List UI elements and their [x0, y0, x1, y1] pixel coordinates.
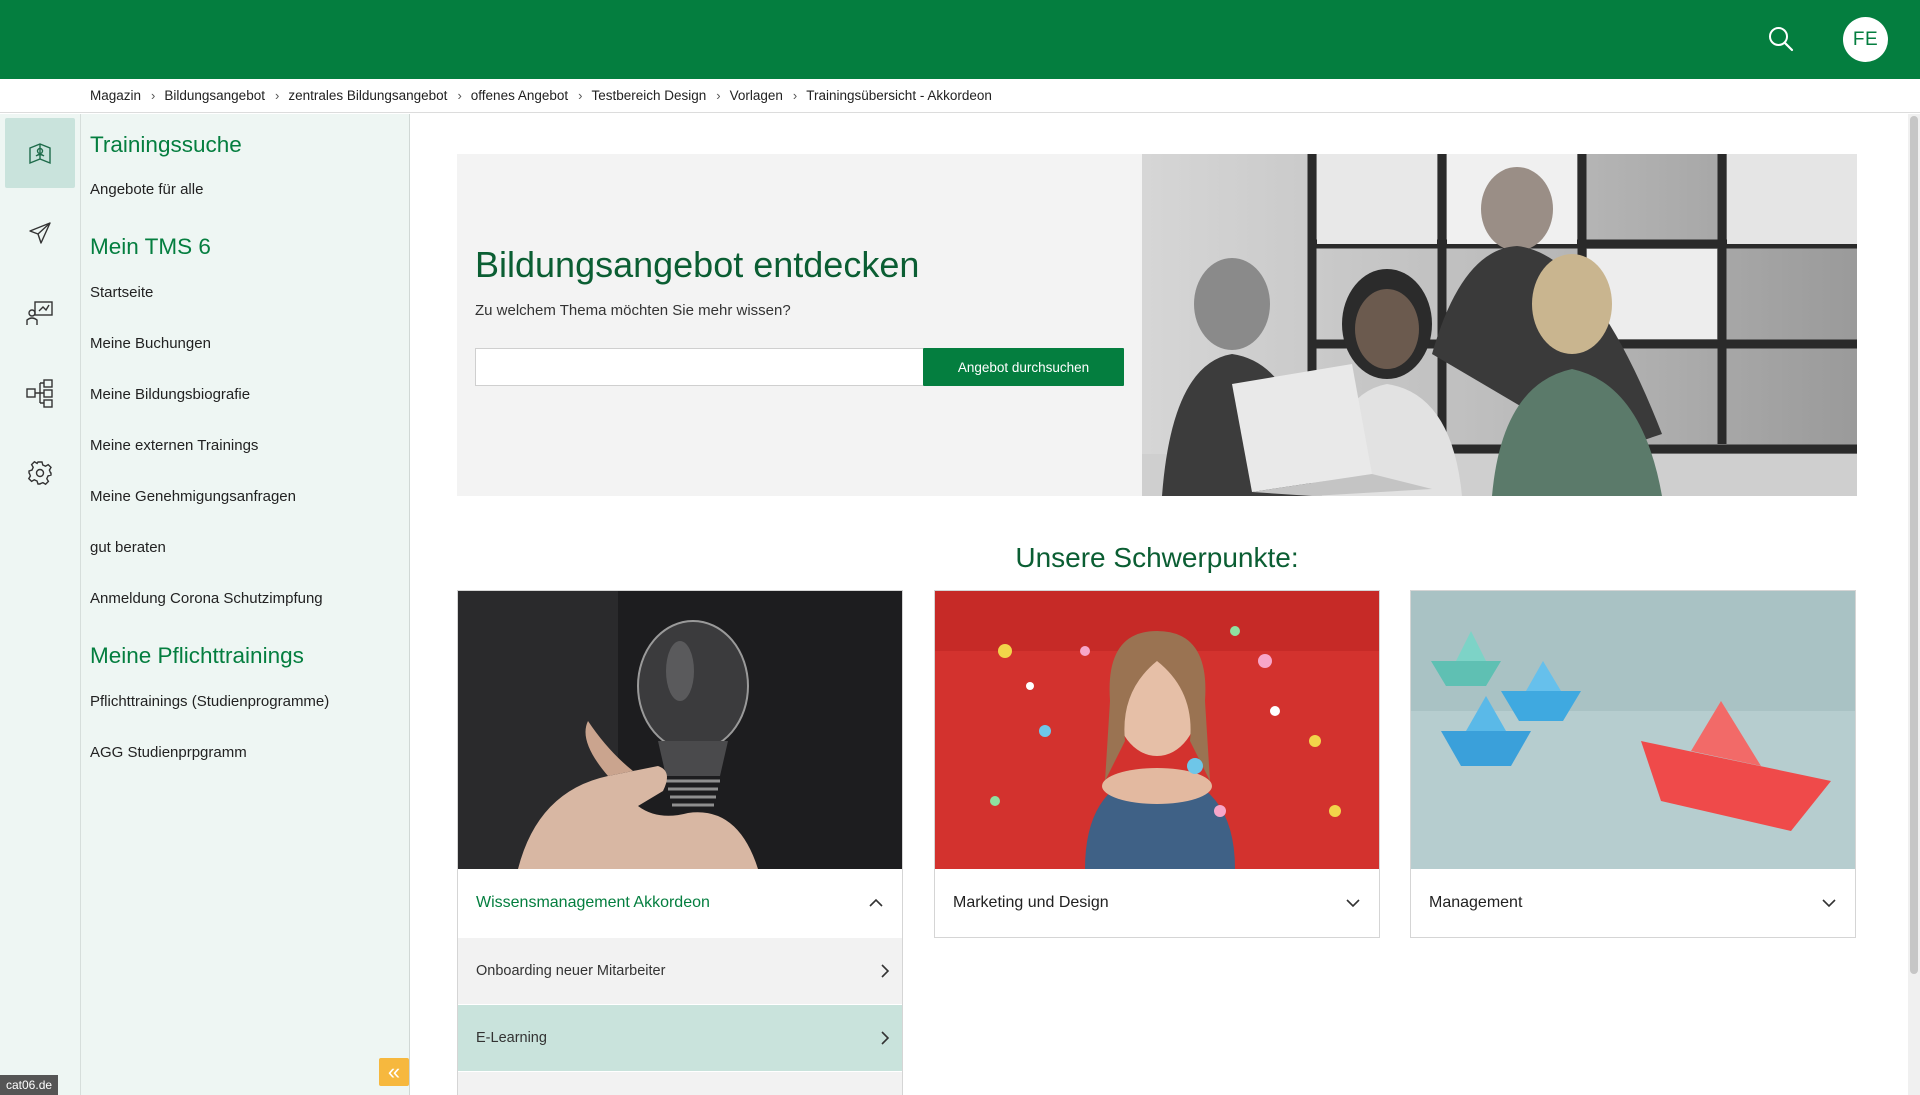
sidebar-link-corona-schutzimpfung[interactable]: Anmeldung Corona Schutzimpfung [90, 590, 323, 607]
hero-subtitle: Zu welchem Thema möchten Sie mehr wissen… [475, 302, 791, 319]
chevron-down-icon [1822, 899, 1836, 908]
focus-heading: Unsere Schwerpunkte: [1015, 542, 1299, 573]
sidebar-section-title: Trainingssuche [90, 132, 242, 157]
rail-item-training-search[interactable] [5, 118, 75, 188]
chevron-down-icon [1346, 899, 1360, 908]
chevron-right-icon: › [151, 88, 156, 103]
host-label: cat06.de [0, 1075, 59, 1095]
sidebar-collapse-button[interactable]: « [379, 1058, 409, 1086]
sidebar-link-gut-beraten[interactable]: gut beraten [90, 539, 166, 556]
sidebar-link-meine-genehmigungsanfragen[interactable]: Meine Genehmigungsanfragen [90, 488, 296, 505]
accordion-item-onboarding[interactable]: Onboarding neuer Mitarbeiter [458, 937, 902, 1004]
page-scrollbar[interactable] [1908, 114, 1920, 1095]
accordion-item-more[interactable] [458, 1071, 902, 1095]
rail-item-settings[interactable] [5, 438, 75, 508]
user-avatar[interactable]: FE [1843, 17, 1888, 62]
confetti-photo [935, 591, 1379, 869]
card-title: Marketing und Design [953, 894, 1109, 911]
focus-card-wissensmanagement: Wissensmanagement Akkordeon Onboarding n… [457, 590, 903, 1095]
book-icon [29, 143, 51, 165]
send-icon [29, 222, 51, 244]
accordion-header-management[interactable]: Management [1411, 869, 1855, 937]
chevron-right-icon [881, 964, 890, 978]
chevron-right-icon: › [792, 88, 798, 103]
breadcrumb-item-bildungsangebot[interactable]: Bildungsangebot [164, 88, 265, 103]
top-bar: FE [0, 0, 1920, 79]
chevron-right-icon: › [578, 88, 583, 103]
search-button[interactable] [1766, 24, 1796, 54]
accordion-item-label: E-Learning [476, 1030, 547, 1046]
scrollbar-thumb[interactable] [1910, 116, 1918, 974]
offer-search-input[interactable] [475, 348, 923, 386]
search-icon [1769, 27, 1794, 52]
sidebar-link-agg-studienprogramm[interactable]: AGG Studienprpgramm [90, 744, 247, 761]
sidebar-link-meine-bildungsbiografie[interactable]: Meine Bildungsbiografie [90, 386, 250, 403]
card-title: Management [1429, 894, 1523, 911]
chevron-right-icon: › [716, 88, 721, 103]
sidebar-section-title: Mein TMS 6 [90, 234, 211, 259]
chevron-up-icon [869, 898, 883, 907]
focus-card-marketing: Marketing und Design [934, 590, 1380, 938]
sidebar-link-meine-externen-trainings[interactable]: Meine externen Trainings [90, 437, 258, 454]
breadcrumb-item-zentrales-bildungsangebot[interactable]: zentrales Bildungsangebot [288, 88, 447, 103]
sidebar-link-meine-buchungen[interactable]: Meine Buchungen [90, 335, 211, 352]
chevron-right-icon [881, 1031, 890, 1045]
breadcrumb-item-magazin[interactable]: Magazin [90, 88, 141, 103]
main-content: Bildungsangebot entdecken Zu welchem The… [411, 114, 1908, 1095]
hero-search-banner: Bildungsangebot entdecken Zu welchem The… [457, 154, 1857, 496]
lightbulb-photo [458, 591, 902, 869]
offer-search-button[interactable]: Angebot durchsuchen [923, 348, 1124, 386]
hero-title: Bildungsangebot entdecken [475, 244, 920, 285]
breadcrumb-item-vorlagen[interactable]: Vorlagen [730, 88, 783, 103]
accordion-item-label: Onboarding neuer Mitarbeiter [476, 963, 666, 979]
card-title: Wissensmanagement Akkordeon [476, 894, 710, 911]
paper-boats-photo [1411, 591, 1855, 869]
focus-card-management: Management [1410, 590, 1856, 938]
chevron-right-icon: › [274, 88, 280, 103]
accordion-header-wissensmanagement[interactable]: Wissensmanagement Akkordeon [458, 869, 902, 937]
rail-item-structure[interactable] [5, 358, 75, 428]
gear-icon [27, 460, 52, 486]
double-chevron-left-icon: « [387, 1059, 401, 1084]
icon-rail [0, 114, 81, 1095]
sidebar-nav: Trainingssuche Angebote für alle Mein TM… [81, 114, 410, 1095]
sidebar-link-angebote-fuer-alle[interactable]: Angebote für alle [90, 181, 203, 198]
breadcrumb: Magazin › Bildungsangebot › zentrales Bi… [0, 79, 1920, 113]
chevron-right-icon: › [457, 88, 462, 103]
team-photo [1142, 154, 1857, 496]
breadcrumb-item-current: Trainingsübersicht - Akkordeon [806, 88, 992, 103]
accordion-header-marketing[interactable]: Marketing und Design [935, 869, 1379, 937]
hierarchy-icon [26, 379, 53, 408]
sidebar-section-title: Meine Pflichttrainings [90, 643, 304, 668]
sidebar-link-pflichttrainings[interactable]: Pflichttrainings (Studienprogramme) [90, 693, 329, 710]
breadcrumb-item-offenes-angebot[interactable]: offenes Angebot [471, 88, 568, 103]
accordion-panel: Onboarding neuer Mitarbeiter E-Learning [458, 937, 902, 1095]
rail-item-trainer[interactable] [5, 278, 75, 348]
rail-item-send[interactable] [5, 198, 75, 268]
trainer-board-icon [26, 301, 53, 325]
breadcrumb-item-testbereich-design[interactable]: Testbereich Design [591, 88, 706, 103]
sidebar-link-startseite[interactable]: Startseite [90, 284, 153, 301]
accordion-item-e-learning[interactable]: E-Learning [458, 1004, 902, 1071]
